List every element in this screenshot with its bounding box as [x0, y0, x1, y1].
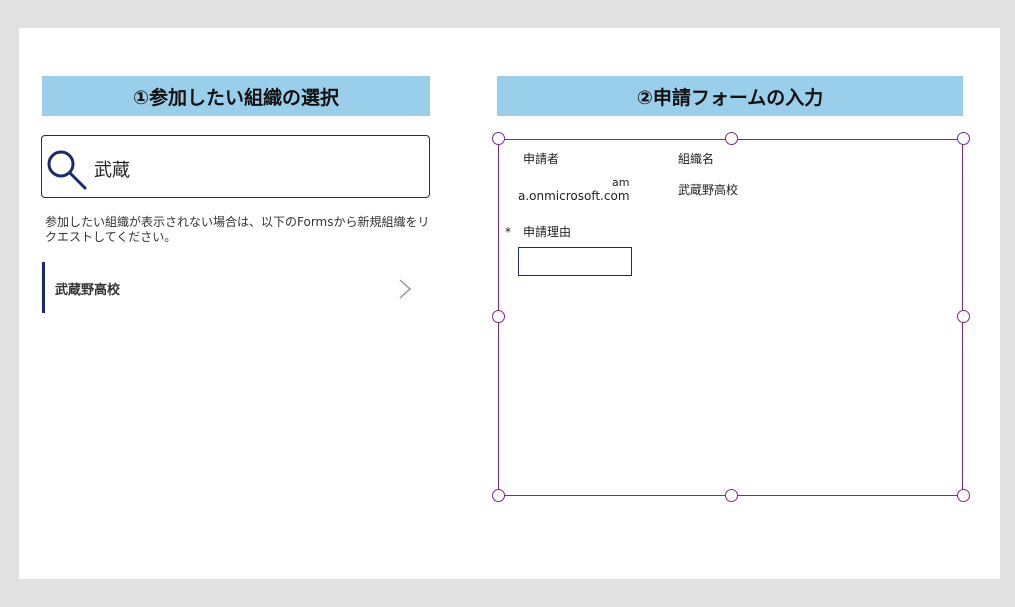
applicant-value-partial: am	[612, 176, 630, 189]
resize-handle-bottom-left[interactable]	[492, 489, 505, 502]
reason-input[interactable]	[518, 247, 632, 276]
reason-label: 申請理由	[523, 225, 572, 239]
search-value[interactable]: 武蔵	[94, 156, 130, 182]
resize-handle-top-right[interactable]	[957, 132, 970, 145]
section-header-org-select: ①参加したい組織の選択	[42, 76, 430, 116]
org-search-input[interactable]: 武蔵	[41, 135, 430, 198]
applicant-label: 申請者	[523, 152, 560, 166]
org-name-label: 組織名	[678, 152, 715, 166]
chevron-right-icon[interactable]	[397, 278, 413, 300]
required-marker: *	[505, 225, 511, 239]
resize-handle-middle-left[interactable]	[492, 310, 505, 323]
org-list-item[interactable]: 武蔵野高校	[42, 262, 430, 313]
resize-handle-bottom-center[interactable]	[725, 489, 738, 502]
org-not-found-hint: 参加したい組織が表示されない場合は、以下のFormsから新規組織をリクエストして…	[45, 215, 430, 244]
resize-handle-bottom-right[interactable]	[957, 489, 970, 502]
resize-handle-top-center[interactable]	[725, 132, 738, 145]
app-canvas: ①参加したい組織の選択 ②申請フォームの入力 武蔵 参加したい組織が表示されない…	[19, 28, 1000, 579]
applicant-value: a.onmicrosoft.com	[518, 189, 630, 203]
resize-handle-top-left[interactable]	[492, 132, 505, 145]
resize-handle-middle-right[interactable]	[957, 310, 970, 323]
section-header-application-form: ②申請フォームの入力	[497, 76, 963, 116]
org-list-item-label: 武蔵野高校	[55, 283, 121, 298]
org-name-value: 武蔵野高校	[678, 183, 739, 197]
search-icon	[47, 150, 87, 190]
